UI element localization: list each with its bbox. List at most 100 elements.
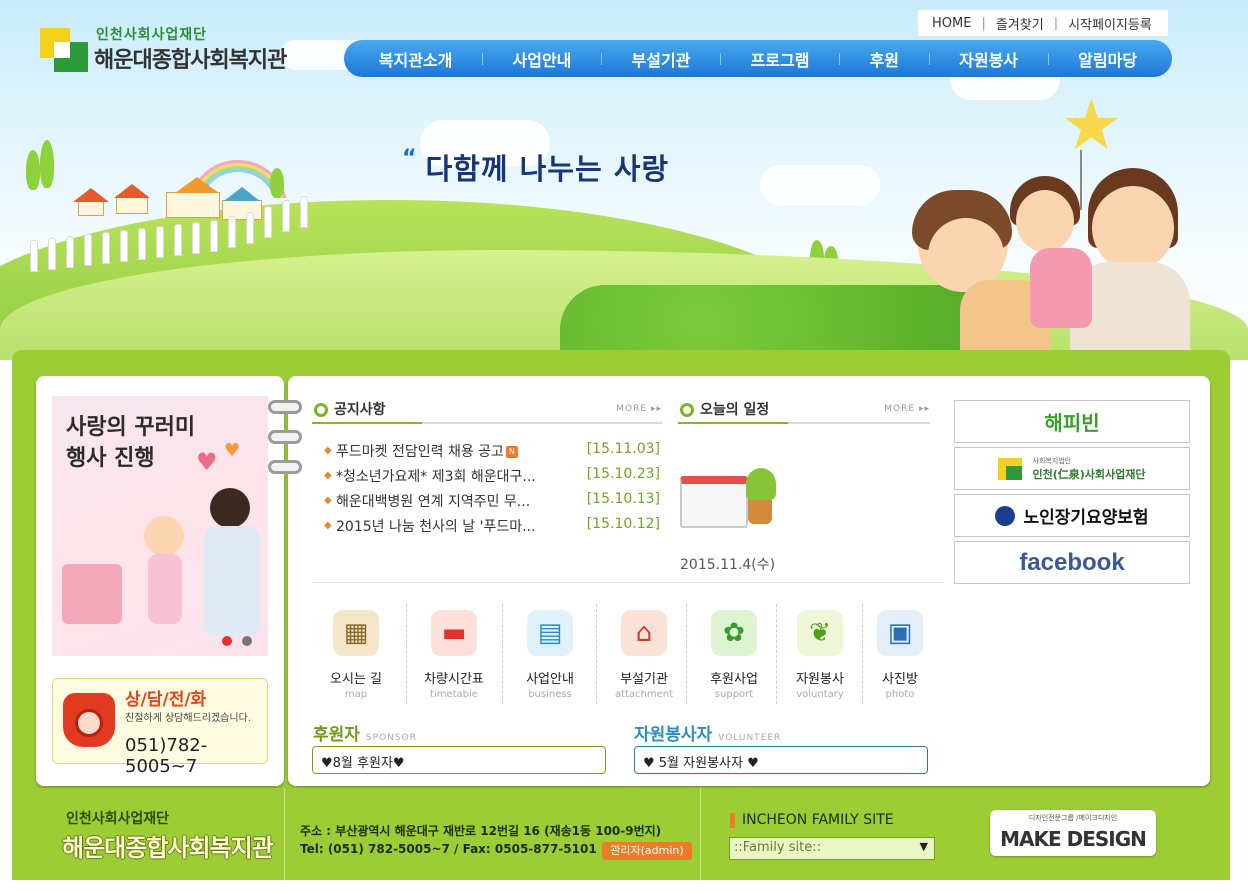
- nav-sponsorship[interactable]: 후원: [870, 47, 899, 71]
- slide-dot-active[interactable]: [222, 636, 232, 646]
- house-roof: [175, 177, 219, 193]
- quick-link-sublabel: support: [714, 689, 754, 700]
- books-icon: ▤: [527, 610, 573, 656]
- footer-logo-title: 해운대종합사회복지관: [62, 834, 274, 862]
- fence-post: [30, 240, 38, 272]
- slogan-text: 다함께 나누는 사랑: [425, 152, 670, 186]
- logo-subtitle[interactable]: 인천사회사업재단: [96, 24, 207, 44]
- fence-post: [66, 236, 74, 268]
- nav-divider: [600, 52, 602, 65]
- fence-post: [210, 220, 218, 252]
- quick-link-timetable[interactable]: ▬ 차량시간표 timetable: [410, 604, 498, 706]
- divider: [312, 582, 944, 583]
- quick-link-map[interactable]: ▦ 오시는 길 map: [312, 604, 400, 706]
- fence-post: [102, 232, 110, 264]
- girl-figure: [148, 554, 182, 624]
- father-face: [1092, 186, 1174, 270]
- make-design-badge[interactable]: 디자인전문그룹 /메이크디자인 MAKE DESIGN: [990, 810, 1156, 856]
- nav-divider: [481, 52, 483, 65]
- quick-link-business[interactable]: ▤ 사업안내 business: [506, 604, 594, 706]
- foundation-link[interactable]: 사회복지법인 인천(仁泉)사회사업재단: [954, 447, 1190, 490]
- divider: [686, 604, 687, 704]
- header-accent: [678, 422, 788, 424]
- house: [166, 192, 220, 218]
- notice-item[interactable]: ◆ 2015년 나눔 천사의 날 '푸드마... [15.10.12]: [324, 516, 660, 536]
- foundation-label: 사회복지법인 인천(仁泉)사회사업재단: [1032, 456, 1145, 482]
- slogan: “ 다함께 나누는 사랑: [402, 146, 669, 188]
- notice-text[interactable]: 푸드마켓 전담인력 채용 공고 N: [336, 441, 576, 461]
- new-badge: N: [505, 446, 518, 458]
- notice-date: [15.10.13]: [586, 491, 660, 507]
- heart-icon: ♥: [196, 448, 218, 476]
- notice-date: [15.10.12]: [586, 516, 660, 532]
- notice-text[interactable]: *청소년가요제* 제3회 해운대구...: [336, 466, 576, 486]
- dropdown-arrow-icon: ▼: [919, 840, 928, 853]
- family-site-value: ::Family site::: [734, 840, 821, 855]
- design-credit-sub: 디자인전문그룹 /메이크디자인: [1028, 814, 1118, 822]
- nav-volunteer[interactable]: 자원봉사: [959, 47, 1018, 71]
- nav-divider: [928, 52, 930, 65]
- consult-box[interactable]: 상/담/전/화 친절하게 상담해드리겠습니다. 051)782-5005~7: [52, 678, 268, 777]
- quick-link-label: 오시는 길: [330, 672, 382, 687]
- tree: [40, 140, 54, 188]
- child-face: [1016, 190, 1074, 252]
- nav-notice-board[interactable]: 알림마당: [1078, 47, 1137, 71]
- notice-item[interactable]: ◆ 해운대백병원 연계 지역주민 무... [15.10.13]: [324, 491, 660, 511]
- footer-divider: [700, 788, 701, 880]
- header-accent: [312, 422, 422, 424]
- home-link[interactable]: HOME: [932, 16, 971, 31]
- admin-button[interactable]: 관리자(admin): [602, 842, 692, 860]
- notice-header: 공지사항 MORE ▸▸: [312, 396, 662, 424]
- nav-divider: [719, 52, 721, 65]
- happybean-link[interactable]: 해피빈: [954, 400, 1190, 443]
- sponsor-title-en: SPONSOR: [365, 733, 417, 743]
- family-site-label: INCHEON FAMILY SITE: [742, 812, 894, 828]
- divider: [406, 604, 407, 704]
- house-roof: [73, 188, 109, 202]
- quick-link-label: 후원사업: [710, 672, 758, 687]
- family-site-select[interactable]: ::Family site:: ▼: [729, 837, 935, 860]
- cloud: [760, 165, 880, 205]
- quick-link-attachment[interactable]: ⌂ 부설기관 attachment: [600, 604, 688, 706]
- bookmark-link[interactable]: 즐겨찾기: [996, 14, 1044, 33]
- main-nav: 복지관소개 사업안내 부설기관 프로그램 후원 자원봉사 알림마당: [344, 40, 1172, 77]
- star-icon: ★: [1060, 84, 1123, 166]
- quick-link-sublabel: attachment: [614, 689, 674, 700]
- schedule-more-button[interactable]: MORE ▸▸: [884, 404, 930, 414]
- consult-title: 상/담/전/화: [125, 690, 207, 710]
- notice-date: [15.11.03]: [586, 441, 660, 457]
- ltc-insurance-link[interactable]: 노인장기요양보험: [954, 494, 1190, 537]
- set-homepage-link[interactable]: 시작페이지등록: [1068, 14, 1152, 33]
- logo-title[interactable]: 해운대종합사회복지관: [94, 42, 287, 74]
- binder-ring-icon: [268, 430, 302, 444]
- volunteer-title: 자원봉사자: [634, 725, 713, 745]
- notice-item[interactable]: ◆ *청소년가요제* 제3회 해운대구... [15.10.23]: [324, 466, 660, 486]
- quick-link-photo[interactable]: ▣ 사진방 photo: [856, 604, 944, 706]
- monitor-icon: ▣: [877, 610, 923, 656]
- notice-text-label: 푸드마켓 전담인력 채용 공고: [336, 444, 504, 460]
- nav-about[interactable]: 복지관소개: [379, 47, 453, 71]
- notice-text[interactable]: 2015년 나눔 천사의 날 '푸드마...: [336, 516, 576, 536]
- sprout-icon: ❦: [797, 610, 843, 656]
- volunteer-box[interactable]: ♥ 5월 자원봉사자 ♥: [634, 746, 928, 774]
- notice-more-button[interactable]: MORE ▸▸: [616, 404, 662, 414]
- foundation-logo-icon: [998, 457, 1023, 480]
- notice-text[interactable]: 해운대백병원 연계 지역주민 무...: [336, 491, 576, 511]
- nav-business[interactable]: 사업안내: [513, 47, 572, 71]
- logo-mark-icon[interactable]: [40, 28, 88, 72]
- divider: [596, 604, 597, 704]
- hero-banner: ★ 인천사회사업재단 해운대종합사회복지관 HOME | 즐겨찾기 | 시작페이…: [0, 0, 1248, 360]
- notice-item[interactable]: ◆ 푸드마켓 전담인력 채용 공고 N [15.11.03]: [324, 441, 660, 461]
- footer-logo-sub: 인천사회사업재단: [66, 811, 170, 827]
- house-icon: ⌂: [621, 610, 667, 656]
- facebook-link[interactable]: facebook: [954, 541, 1190, 584]
- slide-dot[interactable]: [242, 636, 252, 646]
- sponsor-box[interactable]: ♥8월 후원자♥: [312, 746, 606, 774]
- quick-link-support[interactable]: ✿ 후원사업 support: [690, 604, 778, 706]
- event-banner[interactable]: 사랑의 꾸러미 행사 진행 ♥ ♥: [52, 396, 268, 656]
- nav-affiliates[interactable]: 부설기관: [632, 47, 691, 71]
- quick-link-voluntary[interactable]: ❦ 자원봉사 voluntary: [776, 604, 864, 706]
- fence-post: [120, 230, 128, 262]
- quick-link-label: 사진방: [882, 672, 918, 687]
- nav-programs[interactable]: 프로그램: [751, 47, 810, 71]
